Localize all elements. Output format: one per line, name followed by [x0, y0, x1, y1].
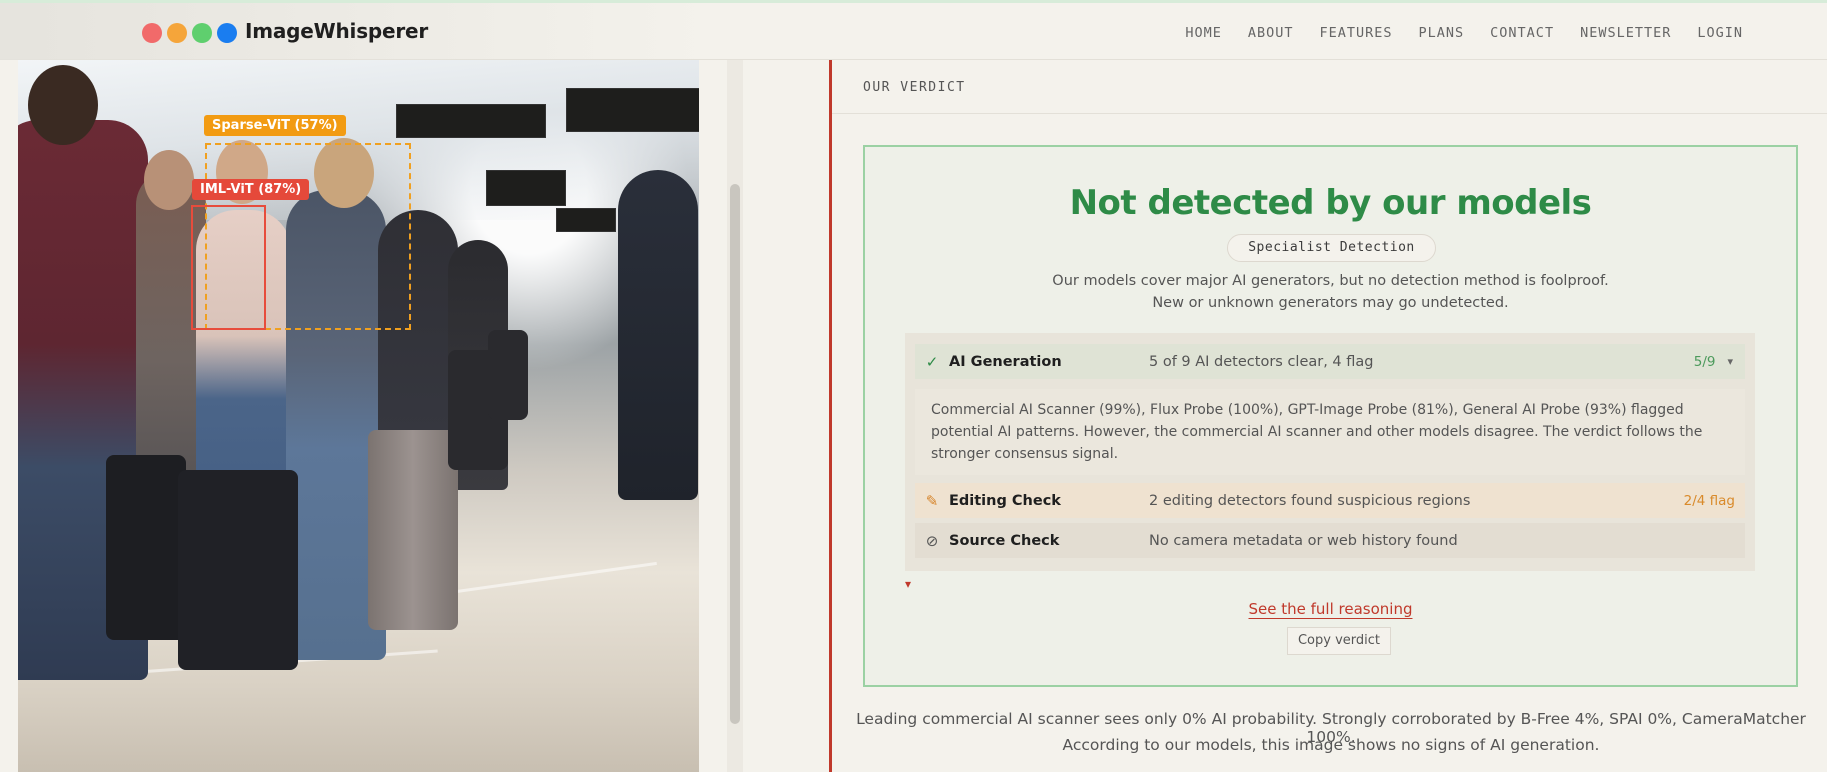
source-check-row[interactable]: ⊘ Source Check No camera metadata or web…	[915, 523, 1745, 558]
photo-sign	[556, 208, 616, 232]
section-divider	[832, 113, 1827, 114]
iml-vit-region[interactable]	[191, 205, 266, 330]
photo-person	[618, 170, 698, 500]
prohibited-icon: ⊘	[925, 531, 939, 550]
scrollbar-thumb[interactable]	[730, 184, 740, 724]
logo-dot-blue	[217, 23, 237, 43]
reasoning-link-wrap: See the full reasoning	[865, 599, 1796, 618]
photo-sign	[486, 170, 566, 206]
expand-chevron-icon[interactable]: ▾	[905, 577, 911, 591]
logo-dot-orange	[167, 23, 187, 43]
editing-check-label: Editing Check	[949, 492, 1061, 509]
photo-suitcase	[488, 330, 528, 420]
nav-contact[interactable]: CONTACT	[1490, 25, 1554, 41]
logo-dot-green	[192, 23, 212, 43]
photo-sign	[566, 88, 699, 132]
chevron-down-icon[interactable]: ▾	[1727, 355, 1733, 368]
nav-features[interactable]: FEATURES	[1320, 25, 1393, 41]
disclaimer-line-1: Our models cover major AI generators, bu…	[1052, 273, 1609, 289]
copy-verdict-button[interactable]: Copy verdict	[1287, 627, 1391, 655]
verdict-card: Not detected by our models Specialist De…	[863, 145, 1798, 687]
logo-dot-red	[142, 23, 162, 43]
editing-check-row[interactable]: ✎ Editing Check 2 editing detectors foun…	[915, 483, 1745, 518]
nav-login[interactable]: LOGIN	[1697, 25, 1743, 41]
photo-suitcase	[106, 455, 186, 640]
analyzed-photo: Sparse-ViT (57%) IML-ViT (87%)	[18, 60, 699, 772]
panel-scrollbar[interactable]	[727, 60, 743, 772]
sparse-vit-tag: Sparse-ViT (57%)	[204, 115, 346, 136]
editing-check-count: 2/4 flag	[1683, 492, 1735, 509]
summary-line-2: According to our models, this image show…	[1062, 736, 1600, 754]
site-header: ImageWhisperer HOME ABOUT FEATURES PLANS…	[0, 3, 1827, 60]
ai-generation-summary: 5 of 9 AI detectors clear, 4 flag	[1149, 353, 1374, 370]
nav-home[interactable]: HOME	[1185, 25, 1222, 41]
source-check-summary: No camera metadata or web history found	[1149, 532, 1458, 549]
detection-type-pill: Specialist Detection	[1227, 234, 1436, 262]
verdict-accent-line	[829, 60, 832, 772]
nav-plans[interactable]: PLANS	[1419, 25, 1465, 41]
ai-generation-label: AI Generation	[949, 353, 1062, 370]
photo-suitcase	[368, 430, 458, 630]
photo-head	[144, 150, 194, 210]
see-full-reasoning-link[interactable]: See the full reasoning	[1249, 600, 1413, 618]
check-icon: ✓	[925, 352, 939, 371]
brand-name[interactable]: ImageWhisperer	[245, 19, 428, 43]
photo-head	[28, 65, 98, 145]
photo-suitcase	[178, 470, 298, 670]
nav-about[interactable]: ABOUT	[1248, 25, 1294, 41]
verdict-section-label: OUR VERDICT	[863, 80, 966, 95]
ai-generation-detail: Commercial AI Scanner (99%), Flux Probe …	[915, 389, 1745, 475]
main-nav: HOME ABOUT FEATURES PLANS CONTACT NEWSLE…	[1185, 25, 1743, 41]
photo-sign	[396, 104, 546, 138]
editing-check-summary: 2 editing detectors found suspicious reg…	[1149, 492, 1471, 509]
ai-generation-count: 5/9	[1693, 353, 1716, 370]
disclaimer-line-2: New or unknown generators may go undetec…	[1152, 295, 1509, 311]
nav-newsletter[interactable]: NEWSLETTER	[1580, 25, 1671, 41]
checks-panel: ✓ AI Generation 5 of 9 AI detectors clea…	[905, 333, 1755, 571]
ai-generation-row[interactable]: ✓ AI Generation 5 of 9 AI detectors clea…	[915, 344, 1745, 379]
source-check-label: Source Check	[949, 532, 1060, 549]
verdict-headline: Not detected by our models	[1069, 183, 1592, 223]
iml-vit-tag: IML-ViT (87%)	[192, 179, 310, 200]
logo-dots	[142, 23, 237, 43]
pencil-icon: ✎	[925, 491, 939, 510]
